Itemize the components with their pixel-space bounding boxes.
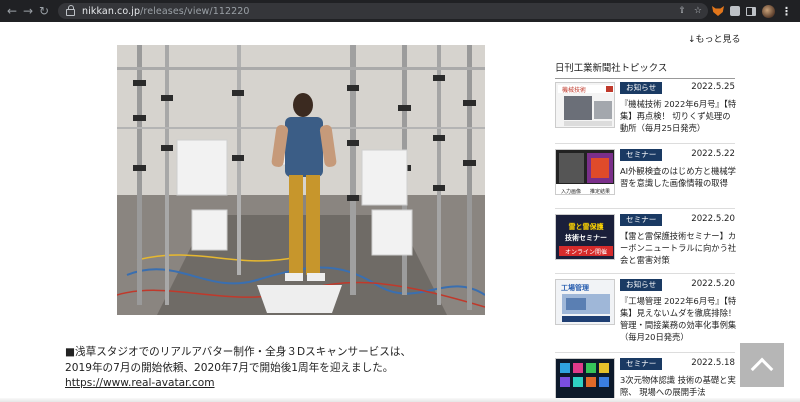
topic-headline[interactable]: 『機械技術 2022年6月号』【特集】再点検！ 切りくず処理の動所（毎月25日発… — [620, 98, 738, 134]
scan-studio-photo — [117, 45, 485, 315]
topic-date: 2022.5.25 — [691, 82, 735, 92]
web-page: ■浅草スタジオでのリアルアバター制作・全身３Dスキャンサービスは、 2019年の… — [0, 22, 800, 402]
more-link[interactable]: ↓もっと見る — [688, 32, 741, 45]
browser-menu-icon[interactable]: ⋮ — [781, 5, 792, 18]
scroll-to-top-button[interactable] — [740, 343, 784, 387]
topic-tag: お知らせ — [620, 279, 663, 291]
topic-item[interactable]: 入力画像 推定結果 セミナー 2022.5.22 AI外観検査のはじめ方と機械学… — [555, 143, 738, 201]
reload-icon[interactable]: ↻ — [36, 0, 52, 22]
topic-tag: セミナー — [620, 214, 663, 226]
svg-text:工場管理: 工場管理 — [561, 283, 589, 292]
topic-headline[interactable]: AI外観検査のはじめ方と機械学習を意識した画像情報の取得 — [620, 165, 738, 189]
topic-item[interactable]: 機械技術 お知らせ 2022.5.25 『機械技術 2022年6月号』【特集】再… — [555, 82, 738, 134]
share-icon[interactable]: ⇪ — [678, 6, 686, 16]
caption-line-2: 2019年の7月の開始依頼、2020年7月で開始後1周年を迎えました。 — [65, 361, 394, 374]
topics-heading: 日刊工業新聞社トピックス — [555, 60, 735, 79]
url-text[interactable]: nikkan.co.jp/releases/view/112220 — [82, 6, 250, 17]
topic-headline[interactable]: 3次元物体認識 技術の基礎と実際、 現場への展開手法 — [620, 374, 738, 398]
horizontal-scroll-shadow — [0, 398, 800, 402]
bookmark-star-icon[interactable]: ☆ — [694, 6, 702, 16]
chevron-up-icon — [750, 357, 774, 381]
topic-tag: お知らせ — [620, 82, 663, 94]
topic-date: 2022.5.18 — [691, 358, 735, 368]
metamask-extension-icon[interactable] — [712, 6, 724, 16]
topic-item[interactable]: セミナー 2022.5.18 3次元物体認識 技術の基礎と実際、 現場への展開手… — [555, 352, 738, 402]
topic-thumbnail: 機械技術 — [555, 82, 615, 128]
topic-thumbnail: 入力画像 推定結果 — [555, 149, 615, 195]
topic-date: 2022.5.20 — [691, 214, 735, 224]
forward-arrow-icon[interactable]: → — [20, 0, 36, 22]
address-bar[interactable]: nikkan.co.jp/releases/view/112220 ⇪ ☆ — [58, 3, 708, 19]
svg-text:技術セミナー: 技術セミナー — [565, 233, 607, 242]
profile-avatar[interactable] — [762, 4, 775, 18]
svg-text:機械技術: 機械技術 — [562, 86, 586, 94]
browser-toolbar: ← → ↻ nikkan.co.jp/releases/view/112220 … — [0, 0, 800, 22]
svg-text:雷と雷保護: 雷と雷保護 — [569, 222, 605, 231]
real-avatar-link[interactable]: https://www.real-avatar.com — [65, 376, 411, 392]
topic-item[interactable]: 雷と雷保護 技術セミナー オンライン開催 セミナー 2022.5.20 【雷と雷… — [555, 208, 738, 266]
topic-headline[interactable]: 『工場管理 2022年6月号』【特集】見えないムダを徹底排除！ 管理・間接業務の… — [620, 295, 738, 343]
back-arrow-icon[interactable]: ← — [4, 0, 20, 22]
topic-tag: セミナー — [620, 149, 663, 161]
lock-icon — [66, 4, 75, 16]
photo-illustration — [117, 45, 485, 315]
svg-text:オンライン開催: オンライン開催 — [565, 248, 607, 256]
topic-headline[interactable]: 【雷と雷保護技術セミナー】カーボンニュートラルに向かう社会と雷害対策 — [620, 230, 738, 266]
extensions-puzzle-icon[interactable] — [730, 6, 740, 16]
topic-tag: セミナー — [620, 358, 663, 370]
topic-thumbnail: 工場管理 — [555, 279, 615, 325]
topic-thumbnail: 雷と雷保護 技術セミナー オンライン開催 — [555, 214, 615, 260]
caption-line-1: ■浅草スタジオでのリアルアバター制作・全身３Dスキャンサービスは、 — [65, 346, 412, 358]
article-caption: ■浅草スタジオでのリアルアバター制作・全身３Dスキャンサービスは、 2019年の… — [65, 345, 411, 392]
topic-item[interactable]: 工場管理 お知らせ 2022.5.20 『工場管理 2022年6月号』【特集】見… — [555, 273, 736, 342]
topic-thumbnail — [555, 358, 615, 402]
topic-date: 2022.5.20 — [691, 279, 735, 289]
side-panel-icon[interactable] — [746, 6, 756, 16]
svg-text:推定結果: 推定結果 — [590, 188, 610, 195]
svg-text:入力画像: 入力画像 — [561, 188, 581, 195]
topic-date: 2022.5.22 — [691, 149, 735, 159]
